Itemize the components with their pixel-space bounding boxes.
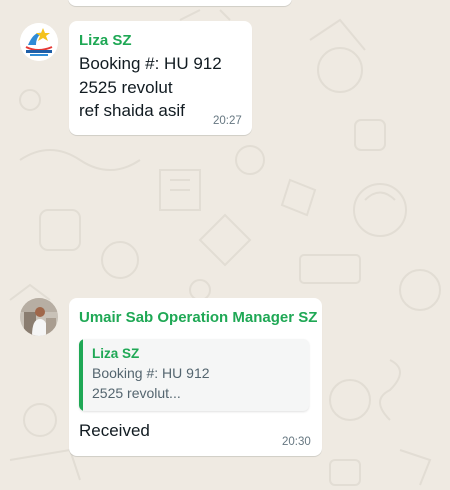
message-text-line: Booking #: HU 912: [79, 54, 222, 73]
message-text: Received: [79, 421, 150, 440]
quoted-text-line: 2525 revolut...: [92, 384, 181, 401]
user-photo-avatar-icon: [20, 298, 58, 336]
sender-avatar[interactable]: [20, 298, 58, 336]
message-timestamp: 20:27: [213, 115, 242, 127]
sender-avatar[interactable]: [20, 23, 58, 61]
message-text-line: 2525 revolut: [79, 77, 173, 97]
message-text-line: ref shaida asif: [79, 101, 185, 120]
quoted-sender-name: Liza SZ: [92, 346, 140, 361]
sender-name[interactable]: Liza SZ: [79, 32, 132, 49]
quoted-message[interactable]: Liza SZ Booking #: HU 912 2525 revolut..…: [79, 339, 309, 411]
sender-name[interactable]: Umair Sab Operation Manager SZ: [79, 309, 317, 326]
quoted-text-line: Booking #: HU 912: [92, 365, 210, 381]
quote-accent-bar: [79, 339, 83, 411]
seven-zones-travel-logo-icon: [20, 23, 58, 61]
previous-message-bubble: [68, 0, 292, 6]
message-timestamp: 20:30: [282, 436, 311, 448]
